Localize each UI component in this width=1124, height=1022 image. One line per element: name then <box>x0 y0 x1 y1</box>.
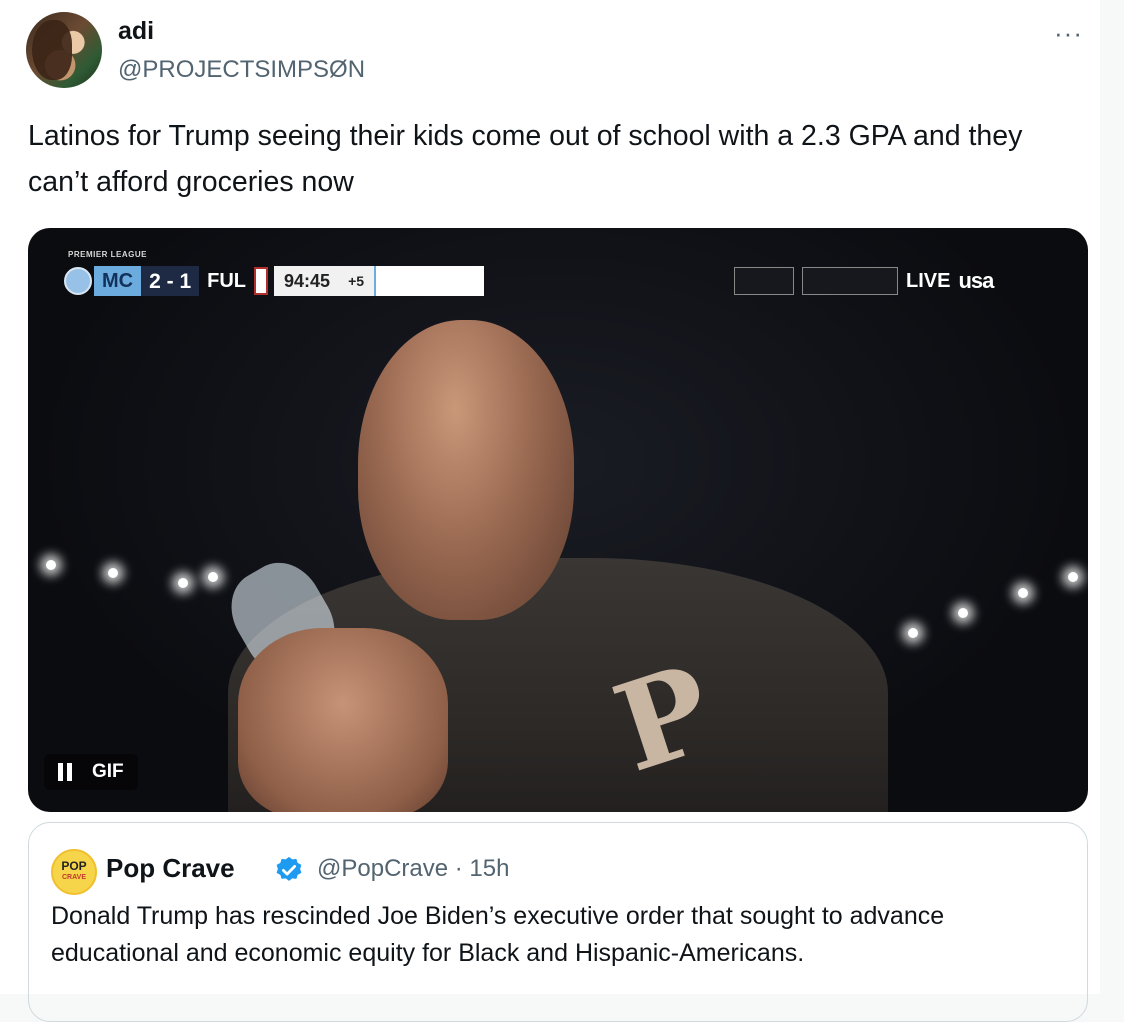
network-box <box>734 267 794 295</box>
quote-avatar-text-top: POP <box>61 859 87 873</box>
stadium-light <box>1018 588 1028 598</box>
user-handle[interactable]: @PROJECTSIMPSØN <box>118 56 365 84</box>
added-time: +5 <box>348 273 365 289</box>
pause-icon[interactable] <box>58 763 72 781</box>
stadium-light <box>1068 572 1078 582</box>
away-crest-icon <box>254 267 269 295</box>
stadium-light <box>958 608 968 618</box>
quote-avatar-text-bottom: CRAVE <box>62 874 86 881</box>
broadcast-bug: LIVE usa <box>734 266 994 296</box>
verified-badge-icon <box>276 856 302 881</box>
usa-network-logo: usa <box>958 268 994 293</box>
stadium-light <box>908 628 918 638</box>
gif-media[interactable]: PREMIER LEAGUE MC 2 - 1 FUL 94:45 +5 LIV… <box>28 228 1088 812</box>
stadium-light <box>108 568 118 578</box>
score: 2 - 1 <box>141 266 200 296</box>
hand <box>238 628 448 812</box>
home-team: MC <box>94 266 142 296</box>
gif-label: GIF <box>92 761 124 782</box>
avatar[interactable] <box>26 12 102 88</box>
tweet-card: adi @PROJECTSIMPSØN ··· Latinos for Trum… <box>0 0 1100 1022</box>
stadium-light <box>178 578 188 588</box>
other-scores-box <box>802 267 898 295</box>
scorebug: MC 2 - 1 FUL 94:45 +5 <box>64 264 485 298</box>
quoted-tweet[interactable]: POP CRAVE Pop Crave @PopCrave · 15h Dona… <box>28 822 1088 1022</box>
tweet-text: Latinos for Trump seeing their kids come… <box>28 120 1023 198</box>
quote-text: Donald Trump has rescinded Joe Biden’s e… <box>51 902 945 967</box>
away-team: FUL <box>207 270 247 292</box>
more-options-icon[interactable]: ··· <box>1054 18 1083 49</box>
match-clock: 94:45 +5 <box>274 266 375 296</box>
clock-time: 94:45 <box>284 270 331 291</box>
quote-handle-time[interactable]: @PopCrave · 15h <box>317 855 509 883</box>
sponsor-logo <box>374 266 485 296</box>
gif-pause-button[interactable]: GIF <box>44 754 138 790</box>
display-name[interactable]: adi <box>118 17 154 46</box>
avatar-hair <box>32 20 72 80</box>
person-head <box>358 320 574 620</box>
home-crest-icon <box>64 267 92 295</box>
quote-avatar[interactable]: POP CRAVE <box>51 849 97 895</box>
stadium-light <box>208 572 218 582</box>
quote-display-name[interactable]: Pop Crave <box>106 853 235 884</box>
league-label: PREMIER LEAGUE <box>68 250 148 259</box>
live-label: LIVE <box>906 269 951 292</box>
stadium-light <box>46 560 56 570</box>
